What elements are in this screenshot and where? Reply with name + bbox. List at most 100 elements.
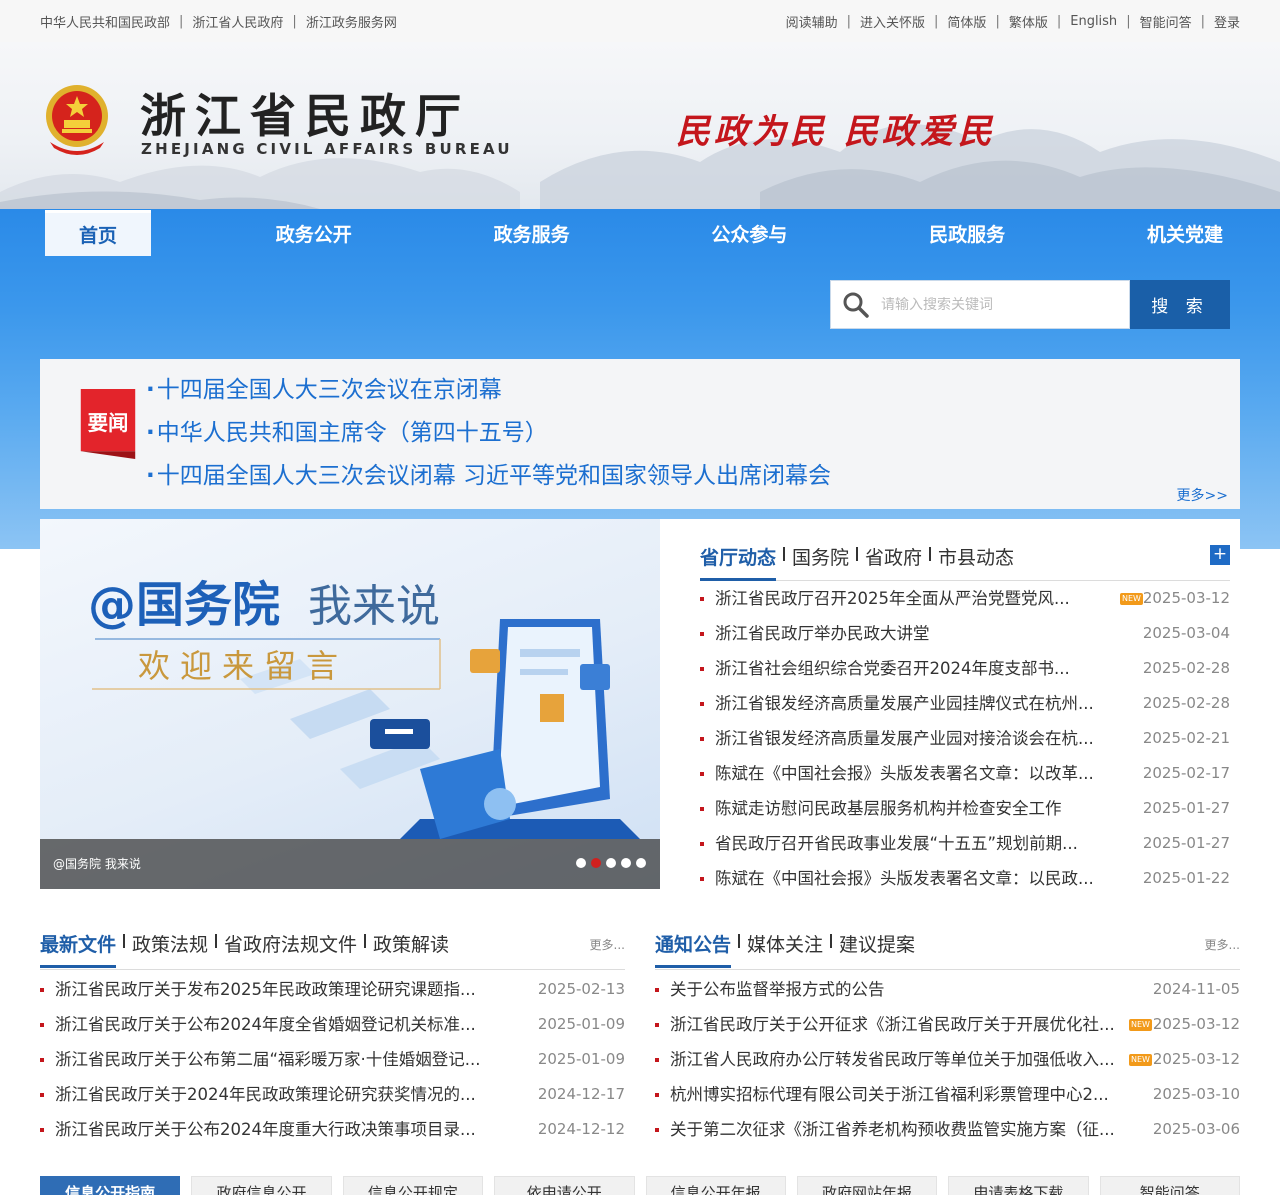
- search-icon: [831, 280, 881, 329]
- headline-news: 要闻 十四届全国人大三次会议在京闭幕 中华人民共和国主席令（第四十五号） 十四届…: [40, 359, 1240, 509]
- site-title-english: ZHEJIANG CIVIL AFFAIRS BUREAU: [141, 140, 513, 158]
- slider-title-sub: 我来说: [308, 581, 440, 632]
- national-emblem-icon: [46, 85, 108, 155]
- tab-provincial-gov[interactable]: 省政府: [865, 543, 922, 578]
- files-list: 浙江省民政厅关于发布2025年民政政策理论研究课题指... 2025-02-13 …: [40, 972, 625, 1147]
- headline-more-link[interactable]: 更多>>: [1177, 485, 1228, 505]
- headline-item[interactable]: 十四届全国人大三次会议在京闭幕: [146, 375, 831, 418]
- headline-item[interactable]: 十四届全国人大三次会议闭幕 习近平等党和国家领导人出席闭幕会: [146, 461, 831, 504]
- list-item[interactable]: 浙江省民政厅关于公布第二届“福彩暖万家·十佳婚姻登记... 2025-01-09: [40, 1042, 625, 1077]
- slogan: 民政为民 民政爱民: [676, 112, 996, 152]
- tab-smart-qa[interactable]: 智能问答: [1099, 1176, 1240, 1195]
- new-badge: NEW: [1120, 593, 1143, 605]
- files-more-link[interactable]: 更多...: [590, 936, 625, 953]
- notices-more-link[interactable]: 更多...: [1205, 936, 1240, 953]
- search-bar: 搜 索: [830, 280, 1230, 329]
- news-list: 浙江省民政厅召开2025年全面从严治党暨党风... NEW 2025-03-12 浙…: [700, 581, 1230, 896]
- top-left-links: 中华人民共和国民政部 | 浙江省人民政府 | 浙江政务服务网: [40, 12, 397, 31]
- tab-latest-files[interactable]: 最新文件: [40, 930, 117, 968]
- tab-provincial-regulations[interactable]: 省政府法规文件: [224, 930, 357, 965]
- tab-state-council[interactable]: 国务院: [792, 543, 849, 578]
- link-traditional[interactable]: 繁体版: [1009, 12, 1048, 31]
- headline-item[interactable]: 中华人民共和国主席令（第四十五号）: [146, 418, 831, 461]
- list-item[interactable]: 陈斌在《中国社会报》头版发表署名文章：以改革... 2025-02-17: [700, 756, 1230, 791]
- link-zj-gov[interactable]: 浙江省人民政府: [192, 12, 283, 31]
- top-right-links: 阅读辅助 | 进入关怀版 | 简体版 | 繁体版 | English | 智能问…: [785, 12, 1240, 31]
- slider-dot[interactable]: [606, 858, 616, 868]
- slider-subtitle: 欢迎来留言: [138, 647, 348, 685]
- tab-policy-interpretation[interactable]: 政策解读: [373, 930, 449, 965]
- list-item[interactable]: 浙江省银发经济高质量发展产业园挂牌仪式在杭州... 2025-02-28: [700, 686, 1230, 721]
- new-badge: NEW: [1129, 1054, 1152, 1066]
- link-care-mode[interactable]: 进入关怀版: [860, 12, 925, 31]
- nav-gov-affairs-open[interactable]: 政务公开: [259, 210, 369, 256]
- news-more-plus-button[interactable]: +: [1210, 545, 1230, 565]
- latest-files-panel: 最新文件 政策法规 省政府法规文件 政策解读 更多... 浙江省民政厅关于发布2…: [40, 930, 625, 1150]
- notices-tabs: 通知公告 媒体关注 建议提案: [655, 930, 1240, 970]
- tab-disclosure-guide[interactable]: 信息公开指南: [40, 1176, 181, 1195]
- tab-disclosure-on-request[interactable]: 依申请公开: [494, 1176, 635, 1195]
- notices-list: 关于公布监督举报方式的公告 2024-11-05 浙江省民政厅关于公开征求《浙江省…: [655, 972, 1240, 1147]
- main-nav: 首页 政务公开 政务服务 公众参与 民政服务 机关党建: [40, 209, 1240, 259]
- list-item[interactable]: 浙江省社会组织综合党委召开2024年度支部书... 2025-02-28: [700, 651, 1230, 686]
- tab-disclosure-annual-report[interactable]: 信息公开年报: [645, 1176, 786, 1195]
- new-badge: NEW: [1129, 1019, 1152, 1031]
- nav-home[interactable]: 首页: [45, 210, 151, 256]
- slider-dot-active[interactable]: [591, 858, 601, 868]
- news-panel: 省厅动态 国务院 省政府 市县动态 + 浙江省民政厅召开2025年全面从严治党暨…: [660, 519, 1240, 889]
- tab-notices[interactable]: 通知公告: [655, 930, 732, 968]
- tab-disclosure-rules[interactable]: 信息公开规定: [342, 1176, 484, 1195]
- site-title: 浙江省民政厅: [140, 89, 470, 143]
- list-item[interactable]: 关于公布监督举报方式的公告 2024-11-05: [655, 972, 1240, 1007]
- list-item[interactable]: 陈斌在《中国社会报》头版发表署名文章：以民政... 2025-01-22: [700, 861, 1230, 896]
- tab-gov-info-disclosure[interactable]: 政府信息公开: [191, 1176, 332, 1195]
- tab-dept-news[interactable]: 省厅动态: [700, 543, 777, 581]
- list-item[interactable]: 关于第二次征求《浙江省养老机构预收费监管实施方案（征... 2025-03-06: [655, 1112, 1240, 1147]
- important-news-badge: 要闻: [80, 389, 136, 459]
- slider-dot[interactable]: [576, 858, 586, 868]
- badge-text: 要闻: [88, 411, 129, 435]
- header-banner: 浙江省民政厅 ZHEJIANG CIVIL AFFAIRS BUREAU 民政为…: [0, 42, 1280, 209]
- list-item[interactable]: 浙江省民政厅关于公布2024年度重大行政决策事项目录... 2024-12-12: [40, 1112, 625, 1147]
- tab-website-annual-report[interactable]: 政府网站年报: [796, 1176, 938, 1195]
- list-item[interactable]: 杭州博实招标代理有限公司关于浙江省福利彩票管理中心2... 2025-03-10: [655, 1077, 1240, 1112]
- link-mca[interactable]: 中华人民共和国民政部: [40, 12, 170, 31]
- nav-public-participation[interactable]: 公众参与: [694, 210, 804, 256]
- list-item[interactable]: 浙江省民政厅关于发布2025年民政政策理论研究课题指... 2025-02-13: [40, 972, 625, 1007]
- slider-banner-image: @国务院 我来说 欢迎来留言: [88, 577, 640, 839]
- link-reading-aid[interactable]: 阅读辅助: [786, 12, 838, 31]
- search-input[interactable]: [881, 296, 1121, 313]
- headline-list: 十四届全国人大三次会议在京闭幕 中华人民共和国主席令（第四十五号） 十四届全国人…: [146, 375, 831, 504]
- nav-civil-services[interactable]: 民政服务: [912, 210, 1022, 256]
- link-simplified[interactable]: 简体版: [947, 12, 986, 31]
- list-item[interactable]: 浙江省民政厅举办民政大讲堂 2025-03-04: [700, 616, 1230, 651]
- nav-party-building[interactable]: 机关党建: [1130, 210, 1240, 256]
- list-item[interactable]: 陈斌走访慰问民政基层服务机构并检查安全工作 2025-01-27: [700, 791, 1230, 826]
- link-login[interactable]: 登录: [1214, 12, 1240, 31]
- slider-dots: [576, 858, 646, 868]
- slider-dot[interactable]: [621, 858, 631, 868]
- tab-proposals[interactable]: 建议提案: [839, 930, 915, 965]
- list-item[interactable]: 浙江省民政厅关于2024年民政政策理论研究获奖情况的... 2024-12-17: [40, 1077, 625, 1112]
- tab-media-focus[interactable]: 媒体关注: [747, 930, 823, 965]
- info-disclosure-tabs: 信息公开指南 政府信息公开 信息公开规定 依申请公开 信息公开年报 政府网站年报…: [40, 1176, 1240, 1195]
- link-smart-qa[interactable]: 智能问答: [1140, 12, 1192, 31]
- nav-gov-services[interactable]: 政务服务: [477, 210, 587, 256]
- tab-policies-regulations[interactable]: 政策法规: [132, 930, 208, 965]
- tab-city-county[interactable]: 市县动态: [938, 543, 1014, 578]
- files-tabs: 最新文件 政策法规 省政府法规文件 政策解读: [40, 930, 625, 970]
- link-zj-service[interactable]: 浙江政务服务网: [306, 12, 397, 31]
- list-item[interactable]: 浙江省人民政府办公厅转发省民政厅等单位关于加强低收入... NEW 2025-03-…: [655, 1042, 1240, 1077]
- slider-title-main: @国务院: [88, 577, 280, 633]
- list-item[interactable]: 省民政厅召开省民政事业发展“十五五”规划前期... 2025-01-27: [700, 826, 1230, 861]
- tab-form-download[interactable]: 申请表格下载: [948, 1176, 1089, 1195]
- slider-dot[interactable]: [636, 858, 646, 868]
- list-item[interactable]: 浙江省民政厅关于公布2024年度全省婚姻登记机关标准... 2025-01-09: [40, 1007, 625, 1042]
- search-button[interactable]: 搜 索: [1130, 280, 1230, 329]
- link-english[interactable]: English: [1070, 14, 1117, 29]
- image-slider[interactable]: @国务院 我来说 欢迎来留言 @国务院 我来说: [40, 519, 660, 889]
- list-item[interactable]: 浙江省银发经济高质量发展产业园对接洽谈会在杭... 2025-02-21: [700, 721, 1230, 756]
- search-box: [830, 280, 1130, 329]
- list-item[interactable]: 浙江省民政厅召开2025年全面从严治党暨党风... NEW 2025-03-12: [700, 581, 1230, 616]
- list-item[interactable]: 浙江省民政厅关于公开征求《浙江省民政厅关于开展优化社... NEW 2025-03-…: [655, 1007, 1240, 1042]
